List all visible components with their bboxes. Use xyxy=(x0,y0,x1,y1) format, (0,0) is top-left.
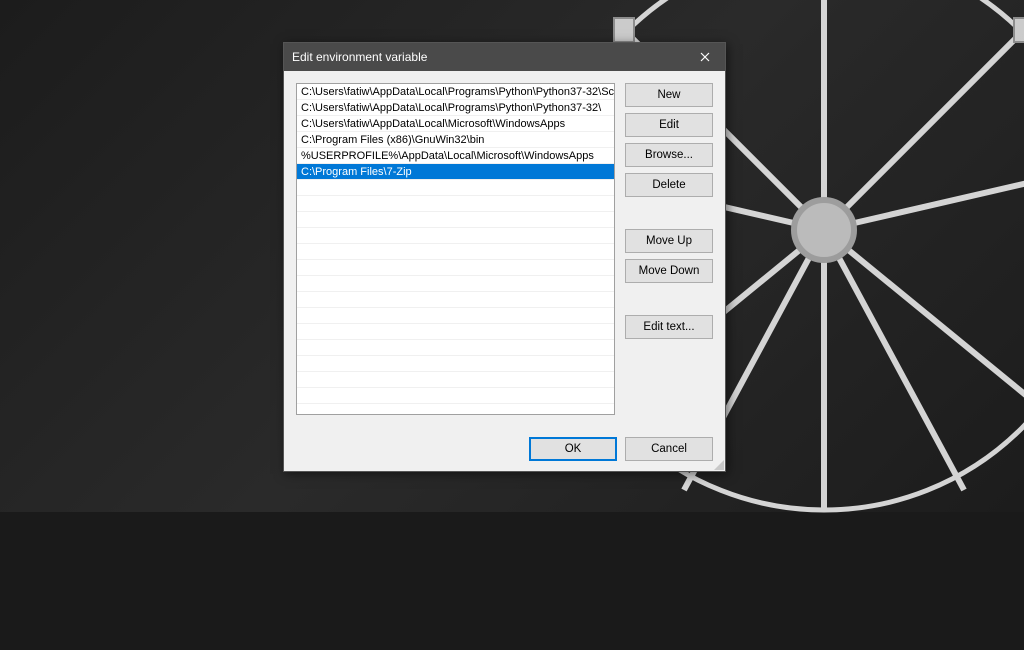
path-listbox[interactable]: C:\Users\fatiw\AppData\Local\Programs\Py… xyxy=(296,83,615,415)
list-item-empty[interactable] xyxy=(297,276,614,292)
browse-button[interactable]: Browse... xyxy=(625,143,713,167)
dialog-title: Edit environment variable xyxy=(292,50,427,64)
list-item[interactable]: C:\Users\fatiw\AppData\Local\Microsoft\W… xyxy=(297,116,614,132)
edit-env-var-dialog: Edit environment variable C:\Users\fatiw… xyxy=(283,42,726,472)
list-item-empty[interactable] xyxy=(297,196,614,212)
resize-grip[interactable] xyxy=(712,458,724,470)
list-item-empty[interactable] xyxy=(297,292,614,308)
dialog-footer: OK Cancel xyxy=(284,427,725,471)
spacer xyxy=(625,203,713,223)
list-item-empty[interactable] xyxy=(297,372,614,388)
ok-button[interactable]: OK xyxy=(529,437,617,461)
new-button[interactable]: New xyxy=(625,83,713,107)
list-item-empty[interactable] xyxy=(297,340,614,356)
move-down-button[interactable]: Move Down xyxy=(625,259,713,283)
list-item[interactable]: C:\Users\fatiw\AppData\Local\Programs\Py… xyxy=(297,100,614,116)
list-item-empty[interactable] xyxy=(297,260,614,276)
cancel-button[interactable]: Cancel xyxy=(625,437,713,461)
spacer xyxy=(625,289,713,309)
list-item-empty[interactable] xyxy=(297,388,614,404)
list-item-empty[interactable] xyxy=(297,324,614,340)
list-item-empty[interactable] xyxy=(297,212,614,228)
edit-button[interactable]: Edit xyxy=(625,113,713,137)
list-item-empty[interactable] xyxy=(297,180,614,196)
list-item[interactable]: C:\Program Files (x86)\GnuWin32\bin xyxy=(297,132,614,148)
dialog-body: C:\Users\fatiw\AppData\Local\Programs\Py… xyxy=(284,71,725,427)
list-item-empty[interactable] xyxy=(297,228,614,244)
list-item-empty[interactable] xyxy=(297,356,614,372)
list-item[interactable]: %USERPROFILE%\AppData\Local\Microsoft\Wi… xyxy=(297,148,614,164)
list-item[interactable]: C:\Users\fatiw\AppData\Local\Programs\Py… xyxy=(297,84,614,100)
move-up-button[interactable]: Move Up xyxy=(625,229,713,253)
close-button[interactable] xyxy=(693,47,717,67)
list-item[interactable]: C:\Program Files\7-Zip xyxy=(297,164,614,180)
delete-button[interactable]: Delete xyxy=(625,173,713,197)
list-item-empty[interactable] xyxy=(297,308,614,324)
edit-text-button[interactable]: Edit text... xyxy=(625,315,713,339)
list-item-empty[interactable] xyxy=(297,244,614,260)
button-column: New Edit Browse... Delete Move Up Move D… xyxy=(625,83,713,415)
titlebar[interactable]: Edit environment variable xyxy=(284,43,725,71)
